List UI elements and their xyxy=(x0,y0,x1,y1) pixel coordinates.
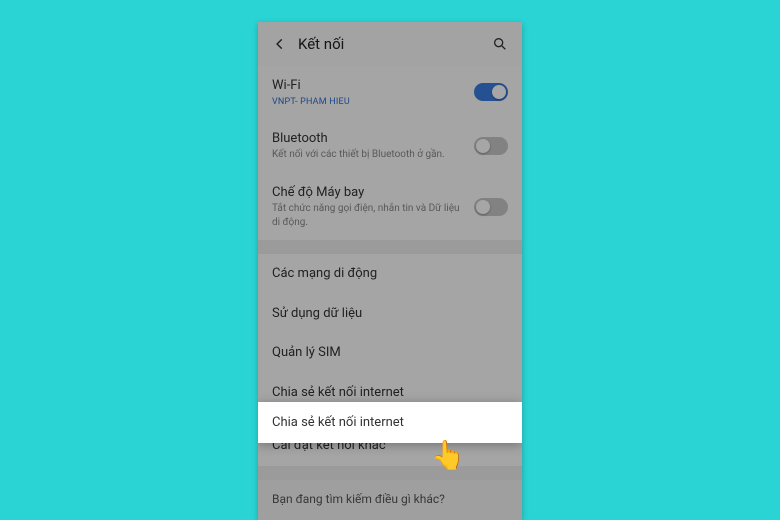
highlight-label: Chia sẻ kết nối internet xyxy=(272,415,508,430)
mobile-networks-label: Các mạng di động xyxy=(272,265,498,283)
back-icon[interactable] xyxy=(270,34,290,54)
bluetooth-label: Bluetooth xyxy=(272,130,464,148)
wifi-toggle[interactable] xyxy=(474,83,508,101)
bluetooth-toggle[interactable] xyxy=(474,137,508,155)
tethering-label: Chia sẻ kết nối internet xyxy=(272,384,498,402)
row-mobile-networks[interactable]: Các mạng di động xyxy=(258,254,522,294)
section-gap-3 xyxy=(258,466,522,480)
wifi-label: Wi-Fi xyxy=(272,77,464,95)
row-bluetooth[interactable]: Bluetooth Kết nối với các thiết bị Bluet… xyxy=(258,119,522,173)
row-airplane[interactable]: Chế độ Máy bay Tắt chức năng gọi điện, n… xyxy=(258,173,522,241)
section-gap xyxy=(258,240,522,254)
row-data-usage[interactable]: Sử dụng dữ liệu xyxy=(258,294,522,334)
highlight-row-tethering[interactable]: Chia sẻ kết nối internet xyxy=(258,402,522,443)
sim-label: Quản lý SIM xyxy=(272,344,498,362)
airplane-label: Chế độ Máy bay xyxy=(272,184,464,202)
page-title: Kết nối xyxy=(298,35,490,53)
wifi-sub: VNPT- PHAM HIEU xyxy=(272,96,464,108)
phone-screen: Kết nối Wi-Fi VNPT- PHAM HIEU Bluetooth … xyxy=(258,22,522,520)
row-sim[interactable]: Quản lý SIM xyxy=(258,333,522,373)
search-hint: Bạn đang tìm kiếm điều gì khác? xyxy=(258,480,522,518)
search-icon[interactable] xyxy=(490,34,510,54)
airplane-sub: Tắt chức năng gọi điện, nhắn tin và Dữ l… xyxy=(272,202,464,229)
settings-list: Wi-Fi VNPT- PHAM HIEU Bluetooth Kết nối … xyxy=(258,66,522,518)
pointing-hand-icon: 👆 xyxy=(431,439,466,472)
airplane-toggle[interactable] xyxy=(474,198,508,216)
row-wifi[interactable]: Wi-Fi VNPT- PHAM HIEU xyxy=(258,66,522,119)
bluetooth-sub: Kết nối với các thiết bị Bluetooth ở gần… xyxy=(272,148,464,162)
data-usage-label: Sử dụng dữ liệu xyxy=(272,305,498,323)
header-bar: Kết nối xyxy=(258,22,522,66)
